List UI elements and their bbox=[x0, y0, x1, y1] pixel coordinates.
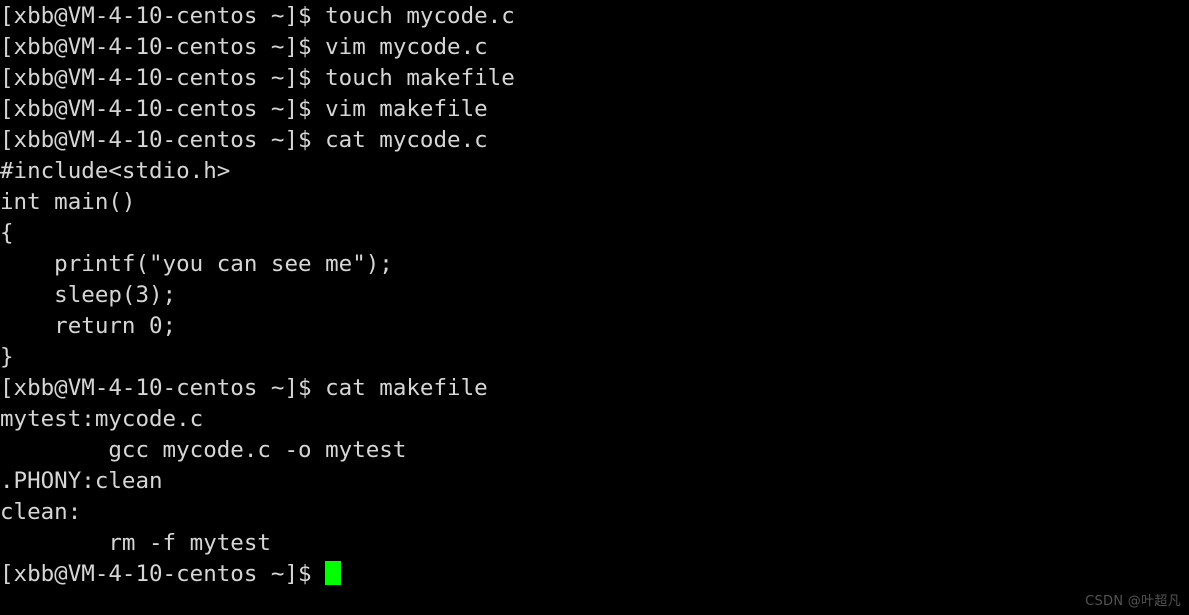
csdn-watermark: CSDN @叶超凡 bbox=[1085, 594, 1181, 609]
terminal-line: [xbb@VM-4-10-centos ~]$ touch mycode.c bbox=[0, 3, 515, 29]
terminal-line: rm -f mytest bbox=[0, 530, 271, 556]
terminal-line: [xbb@VM-4-10-centos ~]$ cat makefile bbox=[0, 375, 488, 401]
terminal-line: [xbb@VM-4-10-centos ~]$ vim makefile bbox=[0, 96, 488, 122]
terminal-line: return 0; bbox=[0, 313, 177, 339]
terminal-line: sleep(3); bbox=[0, 282, 177, 308]
terminal-active-prompt-line[interactable]: [xbb@VM-4-10-centos ~]$ bbox=[0, 559, 1189, 590]
terminal-line: int main() bbox=[0, 189, 136, 215]
terminal-screen[interactable]: [xbb@VM-4-10-centos ~]$ touch mycode.c [… bbox=[0, 0, 1189, 590]
terminal-line: gcc mycode.c -o mytest bbox=[0, 437, 407, 463]
terminal-window[interactable]: [xbb@VM-4-10-centos ~]$ touch mycode.c [… bbox=[0, 0, 1189, 615]
terminal-line: [xbb@VM-4-10-centos ~]$ cat mycode.c bbox=[0, 127, 488, 153]
terminal-line: printf("you can see me"); bbox=[0, 251, 393, 277]
terminal-line: } bbox=[0, 344, 14, 370]
shell-prompt: [xbb@VM-4-10-centos ~]$ bbox=[0, 561, 326, 587]
terminal-line: { bbox=[0, 220, 14, 246]
terminal-line: .PHONY:clean bbox=[0, 468, 163, 494]
terminal-line: mytest:mycode.c bbox=[0, 406, 204, 432]
terminal-line: clean: bbox=[0, 499, 82, 525]
terminal-line: #include<stdio.h> bbox=[0, 158, 231, 184]
terminal-line: [xbb@VM-4-10-centos ~]$ vim mycode.c bbox=[0, 34, 488, 60]
text-cursor bbox=[325, 561, 342, 585]
terminal-line: [xbb@VM-4-10-centos ~]$ touch makefile bbox=[0, 65, 515, 91]
